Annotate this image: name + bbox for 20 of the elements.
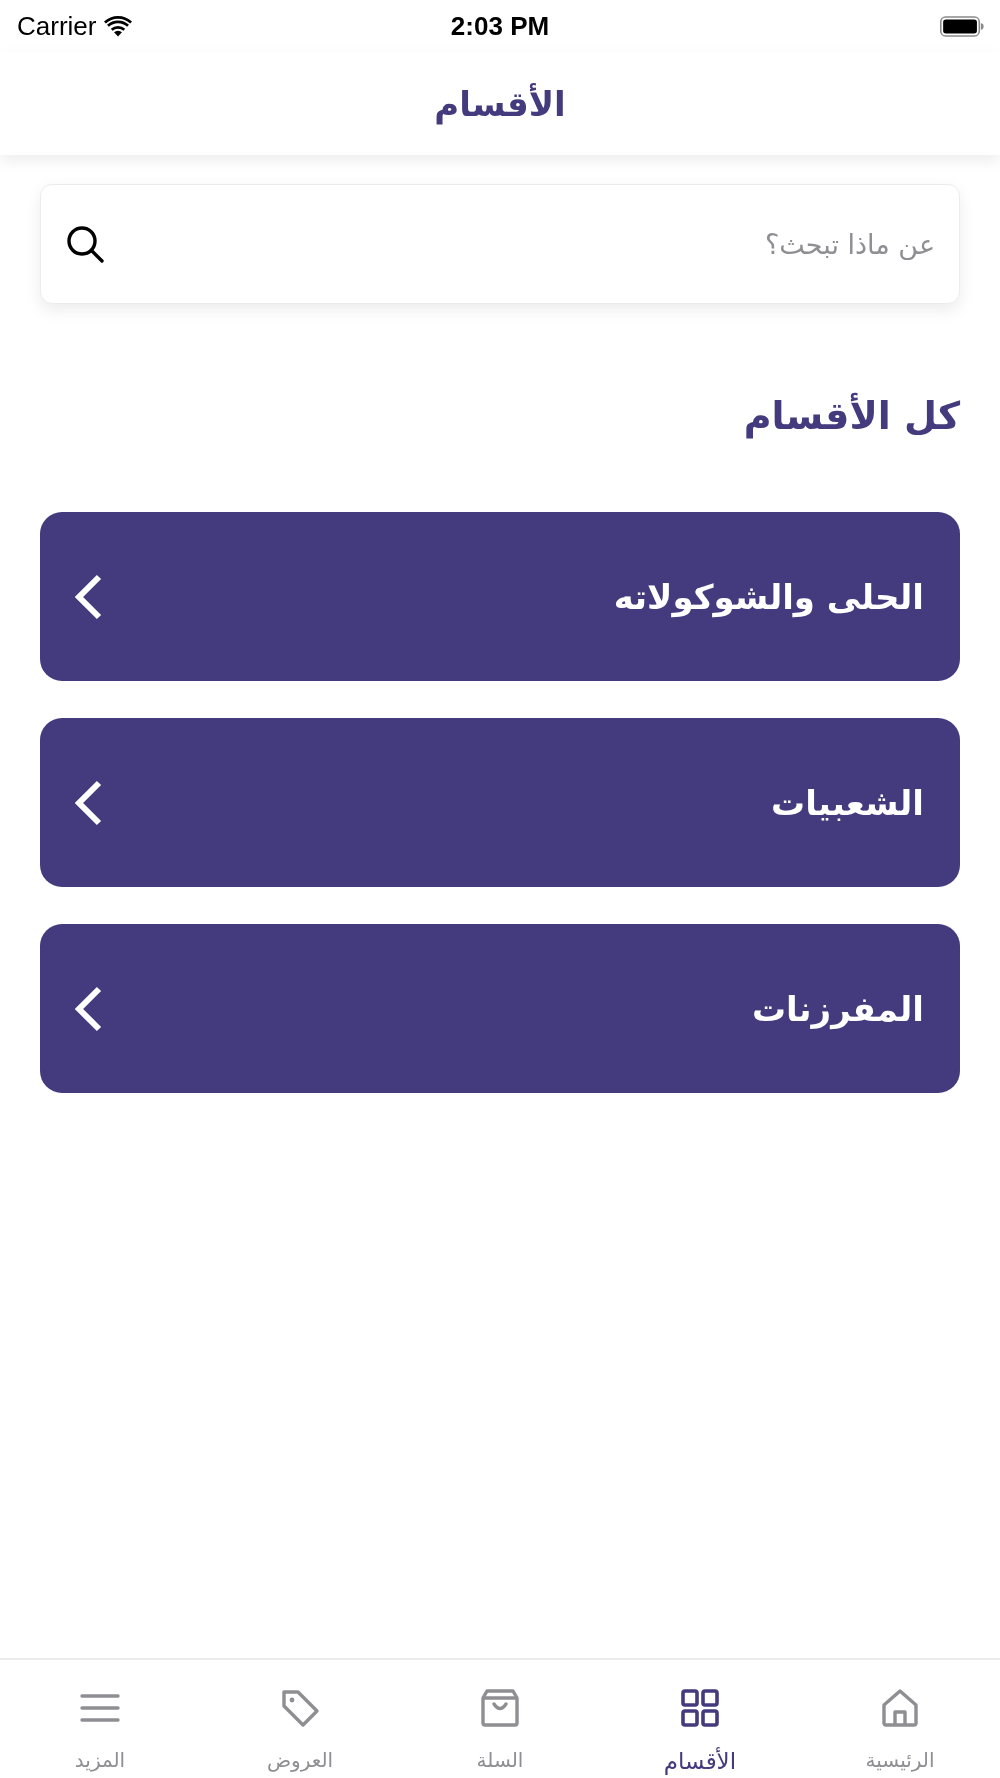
category-button[interactable]: الحلى والشوكولاته (40, 512, 960, 681)
status-time: 2:03 PM (450, 10, 550, 42)
search-icon[interactable] (65, 224, 105, 264)
chevron-left-icon (74, 573, 104, 620)
house-icon (880, 1688, 920, 1728)
carrier-name: Carrier (17, 10, 97, 42)
page-title: الأقسام (434, 83, 566, 124)
shopping-bag-icon (480, 1688, 520, 1728)
wifi-icon (104, 15, 133, 37)
tag-icon (280, 1688, 320, 1728)
tab-bar-item[interactable]: الأقسام (600, 1660, 800, 1778)
category-button[interactable]: الشعبيات (40, 718, 960, 887)
section-heading: كل الأقسام (743, 391, 960, 441)
chevron-left-icon (74, 985, 104, 1032)
search-field[interactable]: عن ماذا تبحث؟ (40, 184, 960, 304)
battery-icon (940, 15, 984, 37)
grid-icon (680, 1688, 720, 1728)
chevron-left-icon (74, 779, 104, 826)
category-button[interactable]: المفرزنات (40, 924, 960, 1093)
search-input[interactable]: عن ماذا تبحث؟ (125, 222, 935, 266)
